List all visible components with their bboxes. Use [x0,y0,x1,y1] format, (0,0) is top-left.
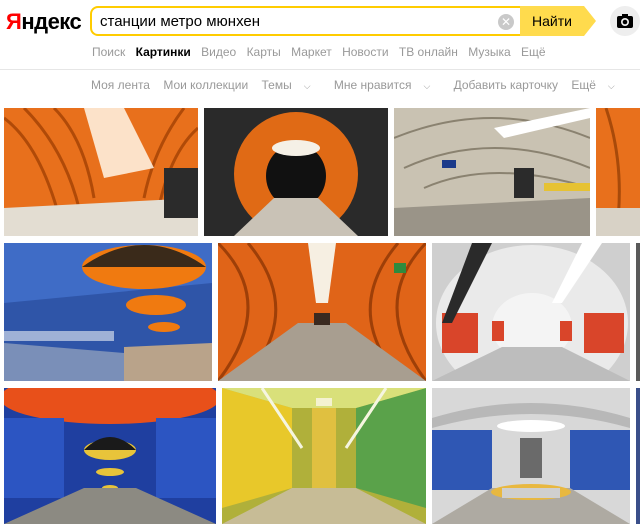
search-button[interactable]: Найти [520,6,584,36]
image-result[interactable] [4,108,198,236]
yandex-logo[interactable]: Яндекс [6,9,82,35]
subnav-more[interactable]: Ещё ⌵ [571,78,624,92]
tab-video[interactable]: Видео [201,45,236,59]
subnav-likes-label: Мне нравится [333,78,412,92]
tab-images[interactable]: Картинки [136,45,191,59]
subnav-more-label: Ещё [571,78,596,92]
subnav-my-feed[interactable]: Моя лента [91,78,150,92]
image-result[interactable] [204,108,388,236]
subnav-my-collections[interactable]: Мои коллекции [163,78,248,92]
images-subnav: Моя лента Мои коллекции Темы ⌵ Мне нравит… [91,78,635,92]
chevron-down-icon: ⌵ [423,81,431,91]
tab-more[interactable]: Ещё [521,45,546,59]
image-result[interactable] [432,243,630,381]
camera-icon[interactable] [610,6,640,36]
image-result[interactable] [596,108,640,236]
logo-first-letter: Я [6,9,22,34]
tab-maps[interactable]: Карты [247,45,281,59]
chevron-down-icon: ⌵ [303,81,311,91]
image-result[interactable] [222,388,426,524]
subnav-add-card[interactable]: Добавить карточку [454,78,558,92]
image-result[interactable] [636,243,640,381]
logo-rest: ндекс [21,9,82,34]
tab-music[interactable]: Музыка [468,45,510,59]
tab-tv[interactable]: ТВ онлайн [399,45,458,59]
image-result[interactable] [394,108,590,236]
search-button-arrow [584,6,596,36]
search-input[interactable] [100,11,490,31]
search-box[interactable]: ✕ [90,6,520,36]
image-result[interactable] [218,243,426,381]
chevron-down-icon: ⌵ [607,81,615,91]
subnav-topics-label: Темы [261,78,292,92]
image-result[interactable] [4,388,216,524]
tab-search[interactable]: Поиск [92,45,125,59]
image-result[interactable] [636,388,640,524]
tab-news[interactable]: Новости [342,45,388,59]
tab-market[interactable]: Маркет [291,45,332,59]
header-divider [0,69,640,70]
header: Яндекс ✕ Найти [0,0,640,44]
clear-icon[interactable]: ✕ [498,14,514,30]
subnav-likes[interactable]: Мне нравится ⌵ [334,78,440,92]
image-result[interactable] [4,243,212,381]
image-result[interactable] [432,388,630,524]
subnav-topics[interactable]: Темы ⌵ [262,78,321,92]
search-tabs: Поиск Картинки Видео Карты Маркет Новост… [92,45,553,61]
